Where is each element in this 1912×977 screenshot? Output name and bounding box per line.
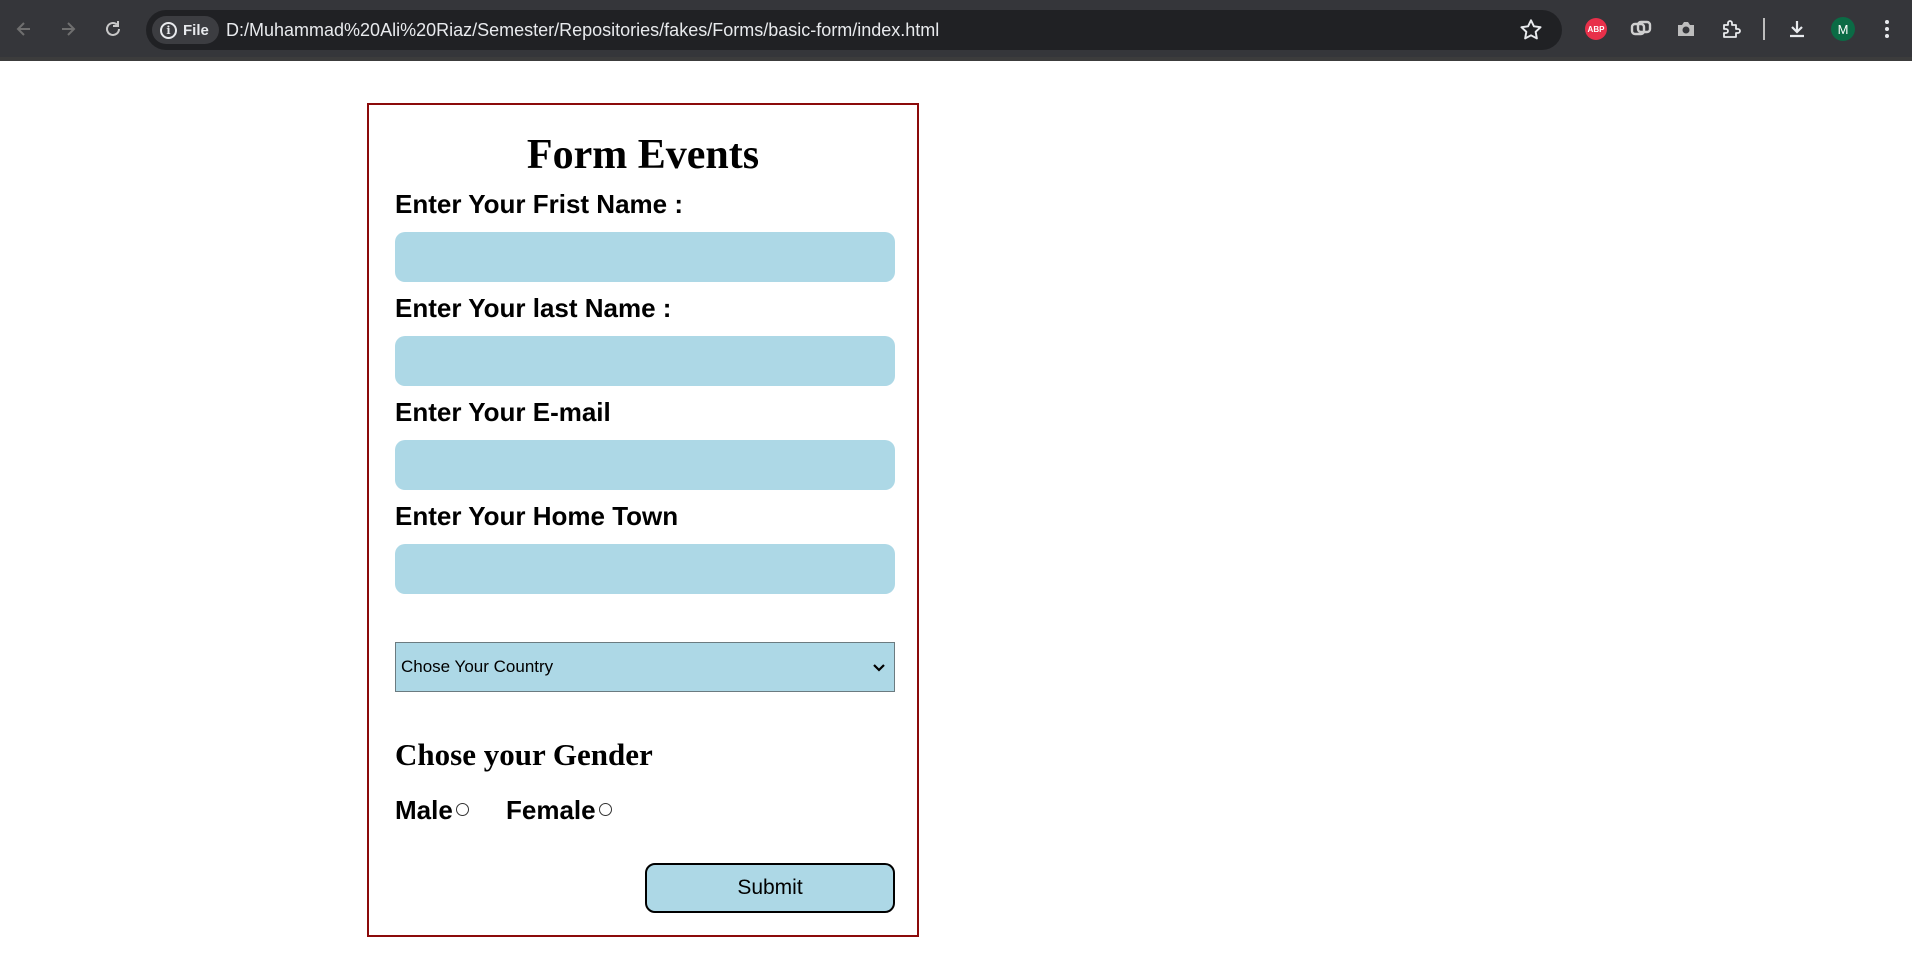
male-label: Male xyxy=(395,795,453,825)
browser-toolbar: i File D:/Muhammad%20Ali%20Riaz/Semester… xyxy=(0,0,1912,59)
home-town-input[interactable] xyxy=(395,544,895,594)
home-town-label: Enter Your Home Town xyxy=(395,501,679,531)
chevron-down-icon xyxy=(873,664,885,672)
back-icon[interactable] xyxy=(9,14,39,44)
extensions-icon[interactable] xyxy=(1717,15,1745,43)
form-title: Form Events xyxy=(526,132,760,178)
gender-heading: Chose your Gender xyxy=(395,737,653,772)
submit-button[interactable]: Submit xyxy=(645,863,895,913)
site-chip-label: File xyxy=(183,21,209,39)
last-name-input[interactable] xyxy=(395,336,895,386)
first-name-label: Enter Your Frist Name : xyxy=(395,189,683,219)
reload-icon[interactable] xyxy=(98,14,128,44)
download-icon[interactable] xyxy=(1783,15,1811,43)
last-name-label: Enter Your last Name : xyxy=(395,293,672,323)
female-radio[interactable] xyxy=(599,803,612,816)
info-icon: i xyxy=(160,21,177,39)
toolbar-shadow xyxy=(0,57,1912,61)
link-icon[interactable] xyxy=(1627,15,1655,43)
url-text[interactable]: D:/Muhammad%20Ali%20Riaz/Semester/Reposi… xyxy=(226,10,939,50)
form-container: Form Events Enter Your Frist Name : Ente… xyxy=(367,103,919,937)
star-icon[interactable] xyxy=(1518,17,1544,43)
adblock-icon[interactable]: ABP xyxy=(1582,15,1610,43)
email-label: Enter Your E-mail xyxy=(395,397,611,427)
male-radio[interactable] xyxy=(456,803,469,816)
email-input[interactable] xyxy=(395,440,895,490)
site-info-chip[interactable]: i File xyxy=(152,16,219,44)
female-label: Female xyxy=(506,795,596,825)
menu-icon[interactable] xyxy=(1873,15,1901,43)
profile-avatar[interactable]: M xyxy=(1829,15,1857,43)
country-select-value: Chose Your Country xyxy=(401,657,554,676)
forward-icon[interactable] xyxy=(53,14,83,44)
first-name-input[interactable] xyxy=(395,232,895,282)
country-select[interactable]: Chose Your Country xyxy=(395,642,895,692)
address-bar[interactable]: i File D:/Muhammad%20Ali%20Riaz/Semester… xyxy=(146,10,1562,50)
toolbar-divider xyxy=(1763,18,1765,40)
camera-icon[interactable] xyxy=(1672,15,1700,43)
